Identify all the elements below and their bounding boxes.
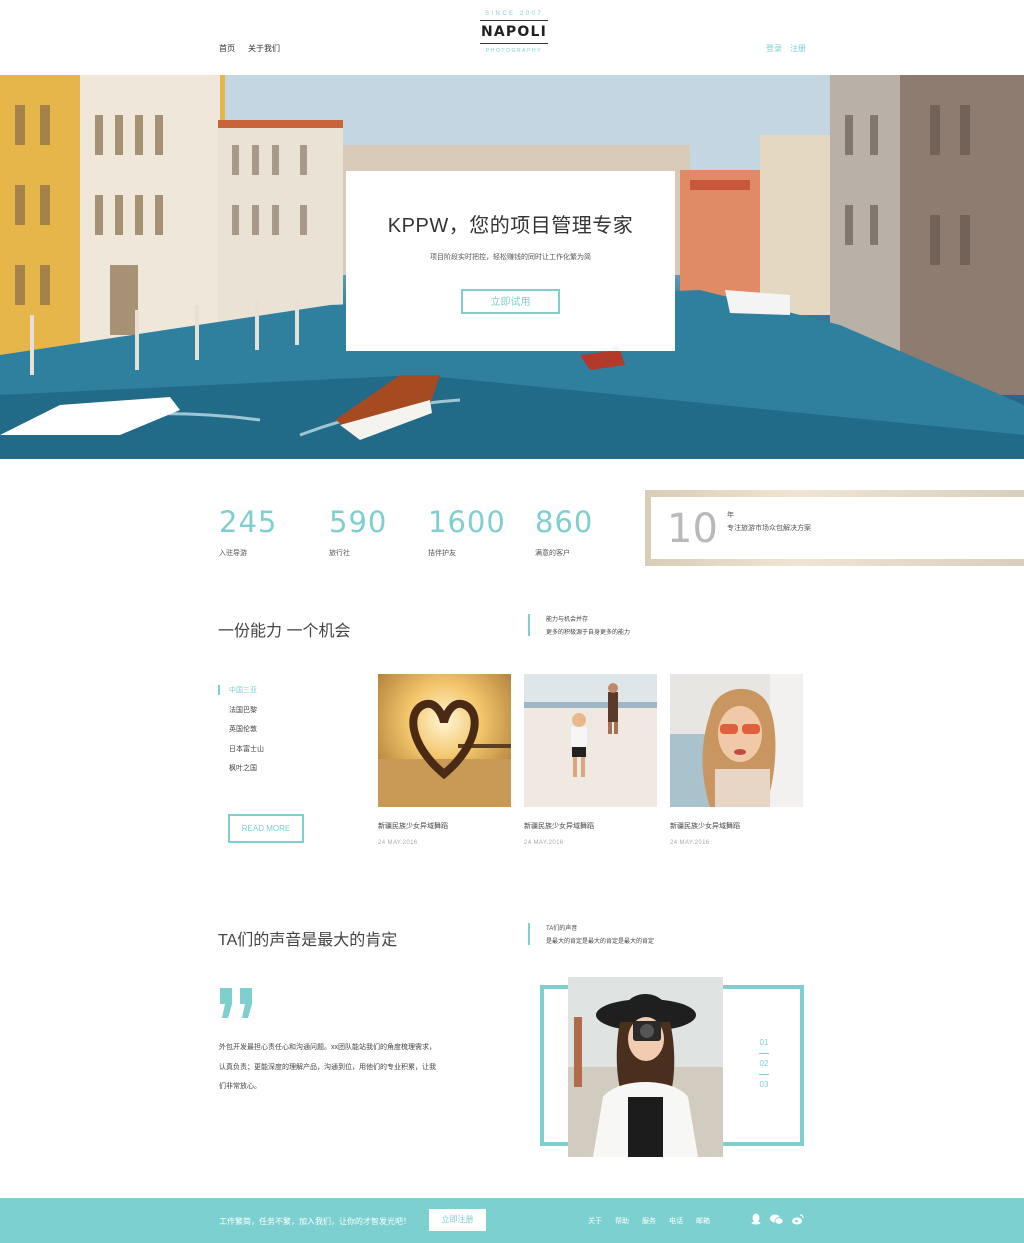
stat-companions: 1600 拮伴护友 [428, 505, 506, 558]
pager-divider [759, 1053, 769, 1054]
site-footer: 工作繁简，任务不繁，加入我们，让你的才智发光吧！ 立即注册 关于 帮助 服务 电… [0, 1198, 1024, 1243]
card-title[interactable]: 新疆民族少女异域舞蹈 [670, 821, 803, 831]
card-title[interactable]: 新疆民族少女异域舞蹈 [524, 821, 657, 831]
stat-agencies: 590 旅行社 [329, 505, 387, 558]
years-unit: 年 [727, 512, 734, 519]
destination-item-fuji[interactable]: 日本富士山 [218, 744, 264, 764]
side-note-line: 更多的积极源于自身更多的能力 [546, 630, 631, 636]
stat-label: 满意的客户 [535, 550, 570, 557]
hero-card: KPPW，您的项目管理专家 项目阶段实时把控，轻松赚钱的同时让工作化繁为简 立即… [346, 171, 675, 351]
testimonial-line: 们非常放心。 [219, 1083, 261, 1090]
main-nav: 首页 关于我们 [219, 43, 280, 54]
section-testimonials-title: TA们的声音是最大的肯定 [218, 932, 398, 949]
photo-card: 新疆民族少女异域舞蹈 24 MAY.2016 [670, 674, 803, 846]
footer-link-email[interactable]: 邮箱 [696, 1216, 710, 1226]
section-testimonials-side-note: TA们的声音 是最大的肯定是最大的肯定是最大的肯定 [528, 923, 654, 945]
hero-title: KPPW，您的项目管理专家 [387, 215, 634, 237]
site-header: 首页 关于我们 SINCE 2007 NAPOLI PHOTOGRAPHY 登录… [0, 0, 1024, 75]
testimonial-text: 外包开发最担心责任心和沟通问题。xx团队能站我们的角度梳理需求， 认真负责；更能… [219, 1038, 459, 1097]
stat-value: 1600 [428, 505, 506, 539]
read-more-button[interactable]: READ MORE [228, 814, 304, 843]
testimonial-pager: 01 02 03 [756, 1038, 772, 1092]
footer-link-phone[interactable]: 电话 [669, 1216, 683, 1226]
photo-card: 新疆民族少女异域舞蹈 24 MAY.2016 [378, 674, 511, 846]
nav-about-link[interactable]: 关于我们 [248, 43, 280, 54]
register-link[interactable]: 注册 [790, 43, 806, 54]
login-link[interactable]: 登录 [766, 43, 782, 54]
stat-label: 旅行社 [329, 550, 350, 557]
pager-item-02[interactable]: 02 [756, 1059, 772, 1071]
destination-item-paris[interactable]: 法国巴黎 [218, 705, 264, 725]
destination-item-sanya[interactable]: 中国三亚 [218, 685, 264, 705]
destination-item-canada[interactable]: 枫叶之国 [218, 763, 264, 783]
stat-value: 245 [219, 505, 278, 539]
testimonial-line: 外包开发最担心责任心和沟通问题。xx团队能站我们的角度梳理需求， [219, 1044, 436, 1051]
footer-link-about[interactable]: 关于 [588, 1216, 602, 1226]
years-description: 专注旅游市场众包解决方案 [727, 525, 811, 532]
side-note-line: TA们的声音 [546, 926, 578, 932]
pager-item-01[interactable]: 01 [756, 1038, 772, 1050]
nav-home-link[interactable]: 首页 [219, 43, 235, 54]
section-opportunity-title: 一份能力 一个机会 [218, 623, 351, 640]
years-panel: 10 年 专注旅游市场众包解决方案 [651, 497, 1024, 559]
weibo-icon[interactable] [792, 1212, 804, 1230]
hero-banner: KPPW，您的项目管理专家 项目阶段实时把控，轻松赚钱的同时让工作化繁为简 立即… [0, 75, 1024, 459]
stat-value: 590 [329, 505, 388, 539]
woman-sunglasses-photo[interactable] [670, 674, 803, 807]
wechat-icon[interactable] [770, 1212, 784, 1230]
destination-list: 中国三亚 法国巴黎 英国伦敦 日本富士山 枫叶之国 [218, 685, 264, 783]
account-nav: 登录 注册 [766, 43, 806, 54]
pager-divider [759, 1074, 769, 1075]
side-note-line: 能力与机会并存 [546, 617, 589, 623]
logo-sub-text: PHOTOGRAPHY [485, 48, 543, 54]
quote-mark-icon [218, 982, 258, 1027]
stat-guides: 245 入驻导游 [219, 505, 277, 558]
stat-customers: 860 满意的客户 [535, 505, 593, 558]
section-opportunity-side-note: 能力与机会并存 更多的积极源于自身更多的能力 [528, 614, 630, 636]
card-date: 24 MAY.2016 [670, 840, 710, 846]
stat-label: 入驻导游 [219, 550, 247, 557]
stat-value: 860 [535, 505, 594, 539]
footer-link-help[interactable]: 帮助 [615, 1216, 629, 1226]
years-experience-box: 10 年 专注旅游市场众包解决方案 [645, 490, 1024, 566]
logo-brand-text: NAPOLI [480, 24, 548, 40]
stat-label: 拮伴护友 [428, 550, 456, 557]
qq-icon[interactable] [751, 1212, 761, 1230]
footer-link-service[interactable]: 服务 [642, 1216, 656, 1226]
destination-item-london[interactable]: 英国伦敦 [218, 724, 264, 744]
testimonial-line: 认真负责；更能深度的理解产品，沟通到位，用他们的专业积累，让我 [219, 1063, 436, 1071]
child-on-beach-photo[interactable] [524, 674, 657, 807]
heart-silhouette-beach-photo[interactable] [378, 674, 511, 807]
card-title[interactable]: 新疆民族少女异域舞蹈 [378, 821, 511, 831]
hero-subtitle: 项目阶段实时把控，轻松赚钱的同时让工作化繁为简 [430, 254, 591, 261]
side-note-line: 是最大的肯定是最大的肯定是最大的肯定 [546, 939, 655, 945]
photographer-woman-photo [568, 977, 723, 1157]
site-logo[interactable]: SINCE 2007 NAPOLI PHOTOGRAPHY [478, 10, 550, 66]
photo-card: 新疆民族少女异域舞蹈 24 MAY.2016 [524, 674, 657, 846]
social-icons [751, 1212, 804, 1230]
try-now-button[interactable]: 立即试用 [461, 289, 560, 314]
card-date: 24 MAY.2016 [378, 840, 418, 846]
logo-brand-row: NAPOLI [480, 20, 548, 44]
card-date: 24 MAY.2016 [524, 840, 564, 846]
footer-links: 关于 帮助 服务 电话 邮箱 [588, 1216, 710, 1226]
pager-item-03[interactable]: 03 [756, 1080, 772, 1092]
footer-slogan: 工作繁简，任务不繁，加入我们，让你的才智发光吧！ [219, 1217, 411, 1226]
years-value: 10 [667, 506, 718, 552]
register-now-button[interactable]: 立即注册 [429, 1209, 486, 1231]
logo-since-text: SINCE 2007 [484, 11, 544, 17]
